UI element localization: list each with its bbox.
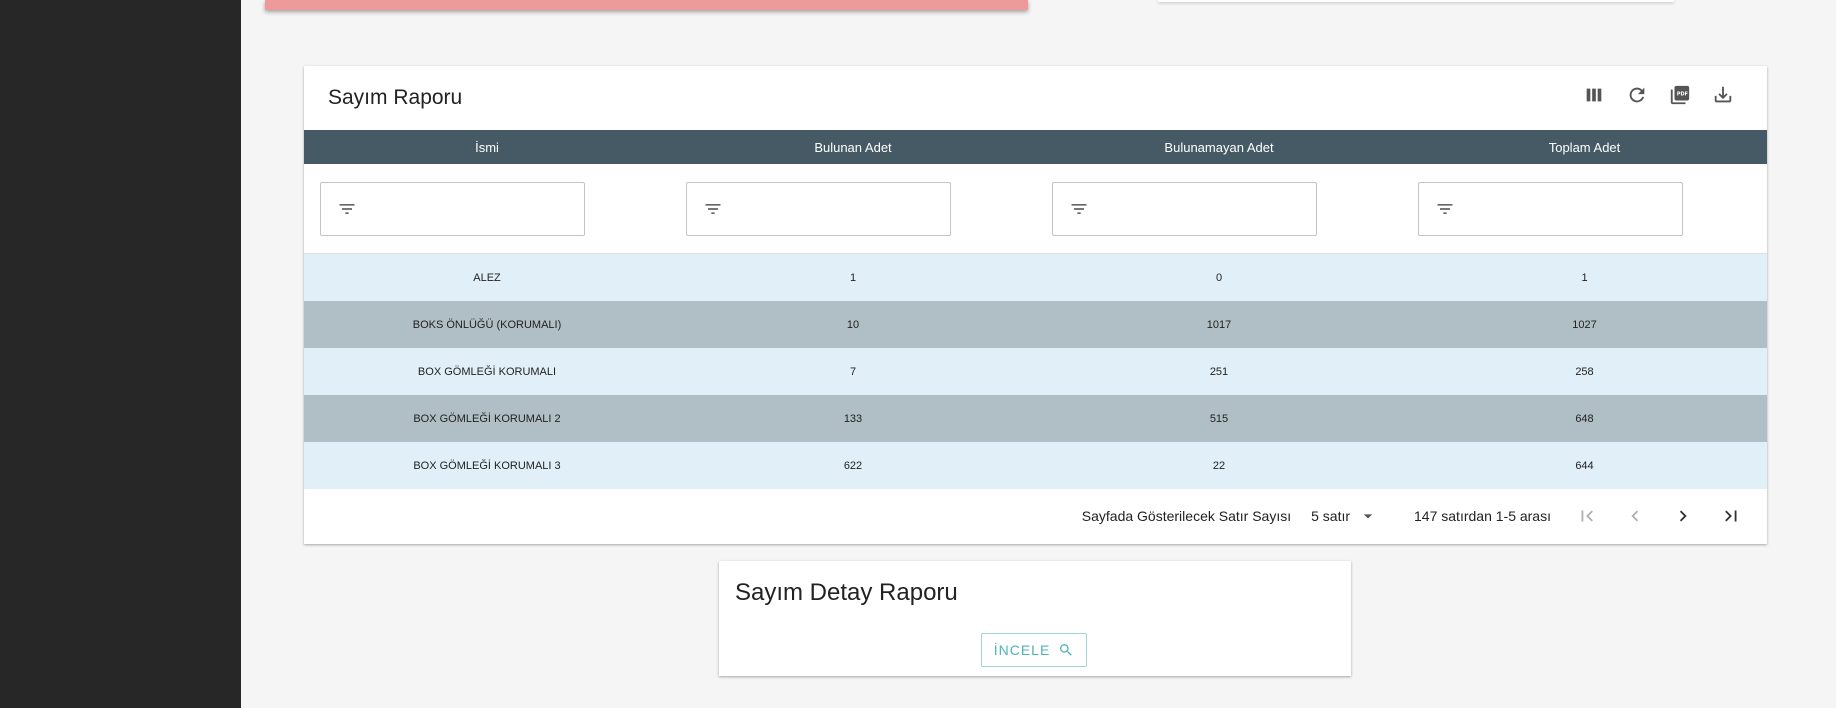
cell-total: 644 — [1402, 442, 1767, 489]
column-header-found[interactable]: Bulunan Adet — [670, 130, 1036, 164]
filter-icon — [705, 203, 721, 214]
rows-per-page-value: 5 satır — [1311, 508, 1351, 524]
first-page-icon — [1581, 510, 1593, 522]
filter-not-found-input[interactable] — [1097, 187, 1316, 230]
filter-total-input[interactable] — [1463, 187, 1682, 230]
cell-not-found: 0 — [1036, 253, 1402, 301]
filter-row — [304, 164, 1767, 254]
cell-not-found: 251 — [1036, 348, 1402, 395]
cell-found: 1 — [670, 253, 1036, 301]
column-header-total[interactable]: Toplam Adet — [1402, 130, 1767, 164]
cell-name: BOX GÖMLEĞİ KORUMALI 2 — [304, 395, 670, 442]
rows-per-page-select[interactable]: 5 satır — [1311, 506, 1378, 526]
filter-icon — [339, 203, 355, 214]
count-detail-report-card: Sayım Detay Raporu İNCELE — [719, 561, 1351, 676]
last-page-button[interactable] — [1707, 496, 1755, 536]
column-header-not-found[interactable]: Bulunamayan Adet — [1036, 130, 1402, 164]
page-range-label: 147 satırdan 1-5 arası — [1414, 508, 1551, 524]
previous-page-button[interactable] — [1611, 496, 1659, 536]
view-column-icon[interactable] — [1580, 81, 1608, 109]
filter-cell-total — [1402, 164, 1767, 254]
page-scrollbar[interactable] — [1828, 0, 1836, 708]
cell-total: 1 — [1402, 253, 1767, 301]
next-page-button[interactable] — [1659, 496, 1707, 536]
table-row[interactable]: BOX GÖMLEĞİ KORUMALI 2 133 515 648 — [304, 395, 1767, 442]
count-report-table: İsmi Bulunan Adet Bulunamayan Adet Topla… — [304, 130, 1767, 489]
filter-cell-found — [670, 164, 1036, 254]
table-row[interactable]: ALEZ 1 0 1 — [304, 253, 1767, 301]
cell-not-found: 22 — [1036, 442, 1402, 489]
filter-icon — [1437, 203, 1453, 214]
cell-found: 7 — [670, 348, 1036, 395]
rows-per-page-label: Sayfada Gösterilecek Satır Sayısı — [1081, 508, 1292, 524]
filter-not-found-field[interactable] — [1052, 181, 1317, 236]
cell-name: ALEZ — [304, 253, 670, 301]
download-icon[interactable] — [1709, 81, 1737, 109]
summary-card — [1158, 0, 1674, 2]
filter-name-input[interactable] — [365, 187, 584, 230]
cell-found: 10 — [670, 301, 1036, 348]
cell-total: 258 — [1402, 348, 1767, 395]
filter-total-field[interactable] — [1418, 181, 1683, 236]
inspect-button[interactable]: İNCELE — [981, 633, 1087, 667]
chevron-left-icon — [1631, 510, 1639, 522]
chevron-right-icon — [1679, 510, 1687, 522]
cell-not-found: 515 — [1036, 395, 1402, 442]
last-page-icon — [1725, 510, 1737, 522]
filter-cell-not-found — [1036, 164, 1402, 254]
inspect-button-label: İNCELE — [993, 642, 1051, 658]
filter-found-input[interactable] — [731, 187, 950, 230]
app-sidebar — [0, 0, 241, 708]
report-toolbar: PDF — [1580, 81, 1737, 109]
cell-total: 648 — [1402, 395, 1767, 442]
table-row[interactable]: BOX GÖMLEĞİ KORUMALI 3 622 22 644 — [304, 442, 1767, 489]
filter-name-field[interactable] — [320, 181, 585, 236]
caret-down-icon — [1363, 514, 1373, 519]
search-icon — [1060, 644, 1072, 656]
cell-found: 133 — [670, 395, 1036, 442]
filter-cell-name — [304, 164, 670, 254]
svg-text:PDF: PDF — [1677, 91, 1688, 97]
table-pagination: Sayfada Gösterilecek Satır Sayısı 5 satı… — [304, 488, 1767, 544]
count-report-card: Sayım Raporu PDF İsmi Bulunan Adet Bulun… — [304, 66, 1767, 544]
report-title: Sayım Raporu — [328, 86, 463, 109]
detail-report-title: Sayım Detay Raporu — [735, 579, 958, 606]
cell-name: BOX GÖMLEĞİ KORUMALI 3 — [304, 442, 670, 489]
cell-total: 1027 — [1402, 301, 1767, 348]
alert-card — [265, 0, 1028, 10]
column-header-name[interactable]: İsmi — [304, 130, 670, 164]
pdf-icon[interactable]: PDF — [1666, 81, 1694, 109]
first-page-button[interactable] — [1563, 496, 1611, 536]
table-header-row: İsmi Bulunan Adet Bulunamayan Adet Topla… — [304, 130, 1767, 164]
filter-found-field[interactable] — [686, 181, 951, 236]
table-row[interactable]: BOX GÖMLEĞİ KORUMALI 7 251 258 — [304, 348, 1767, 395]
cell-not-found: 1017 — [1036, 301, 1402, 348]
refresh-icon[interactable] — [1623, 81, 1651, 109]
cell-name: BOKS ÖNLÜĞÜ (KORUMALI) — [304, 301, 670, 348]
cell-name: BOX GÖMLEĞİ KORUMALI — [304, 348, 670, 395]
table-row[interactable]: BOKS ÖNLÜĞÜ (KORUMALI) 10 1017 1027 — [304, 301, 1767, 348]
cell-found: 622 — [670, 442, 1036, 489]
filter-icon — [1071, 203, 1087, 214]
